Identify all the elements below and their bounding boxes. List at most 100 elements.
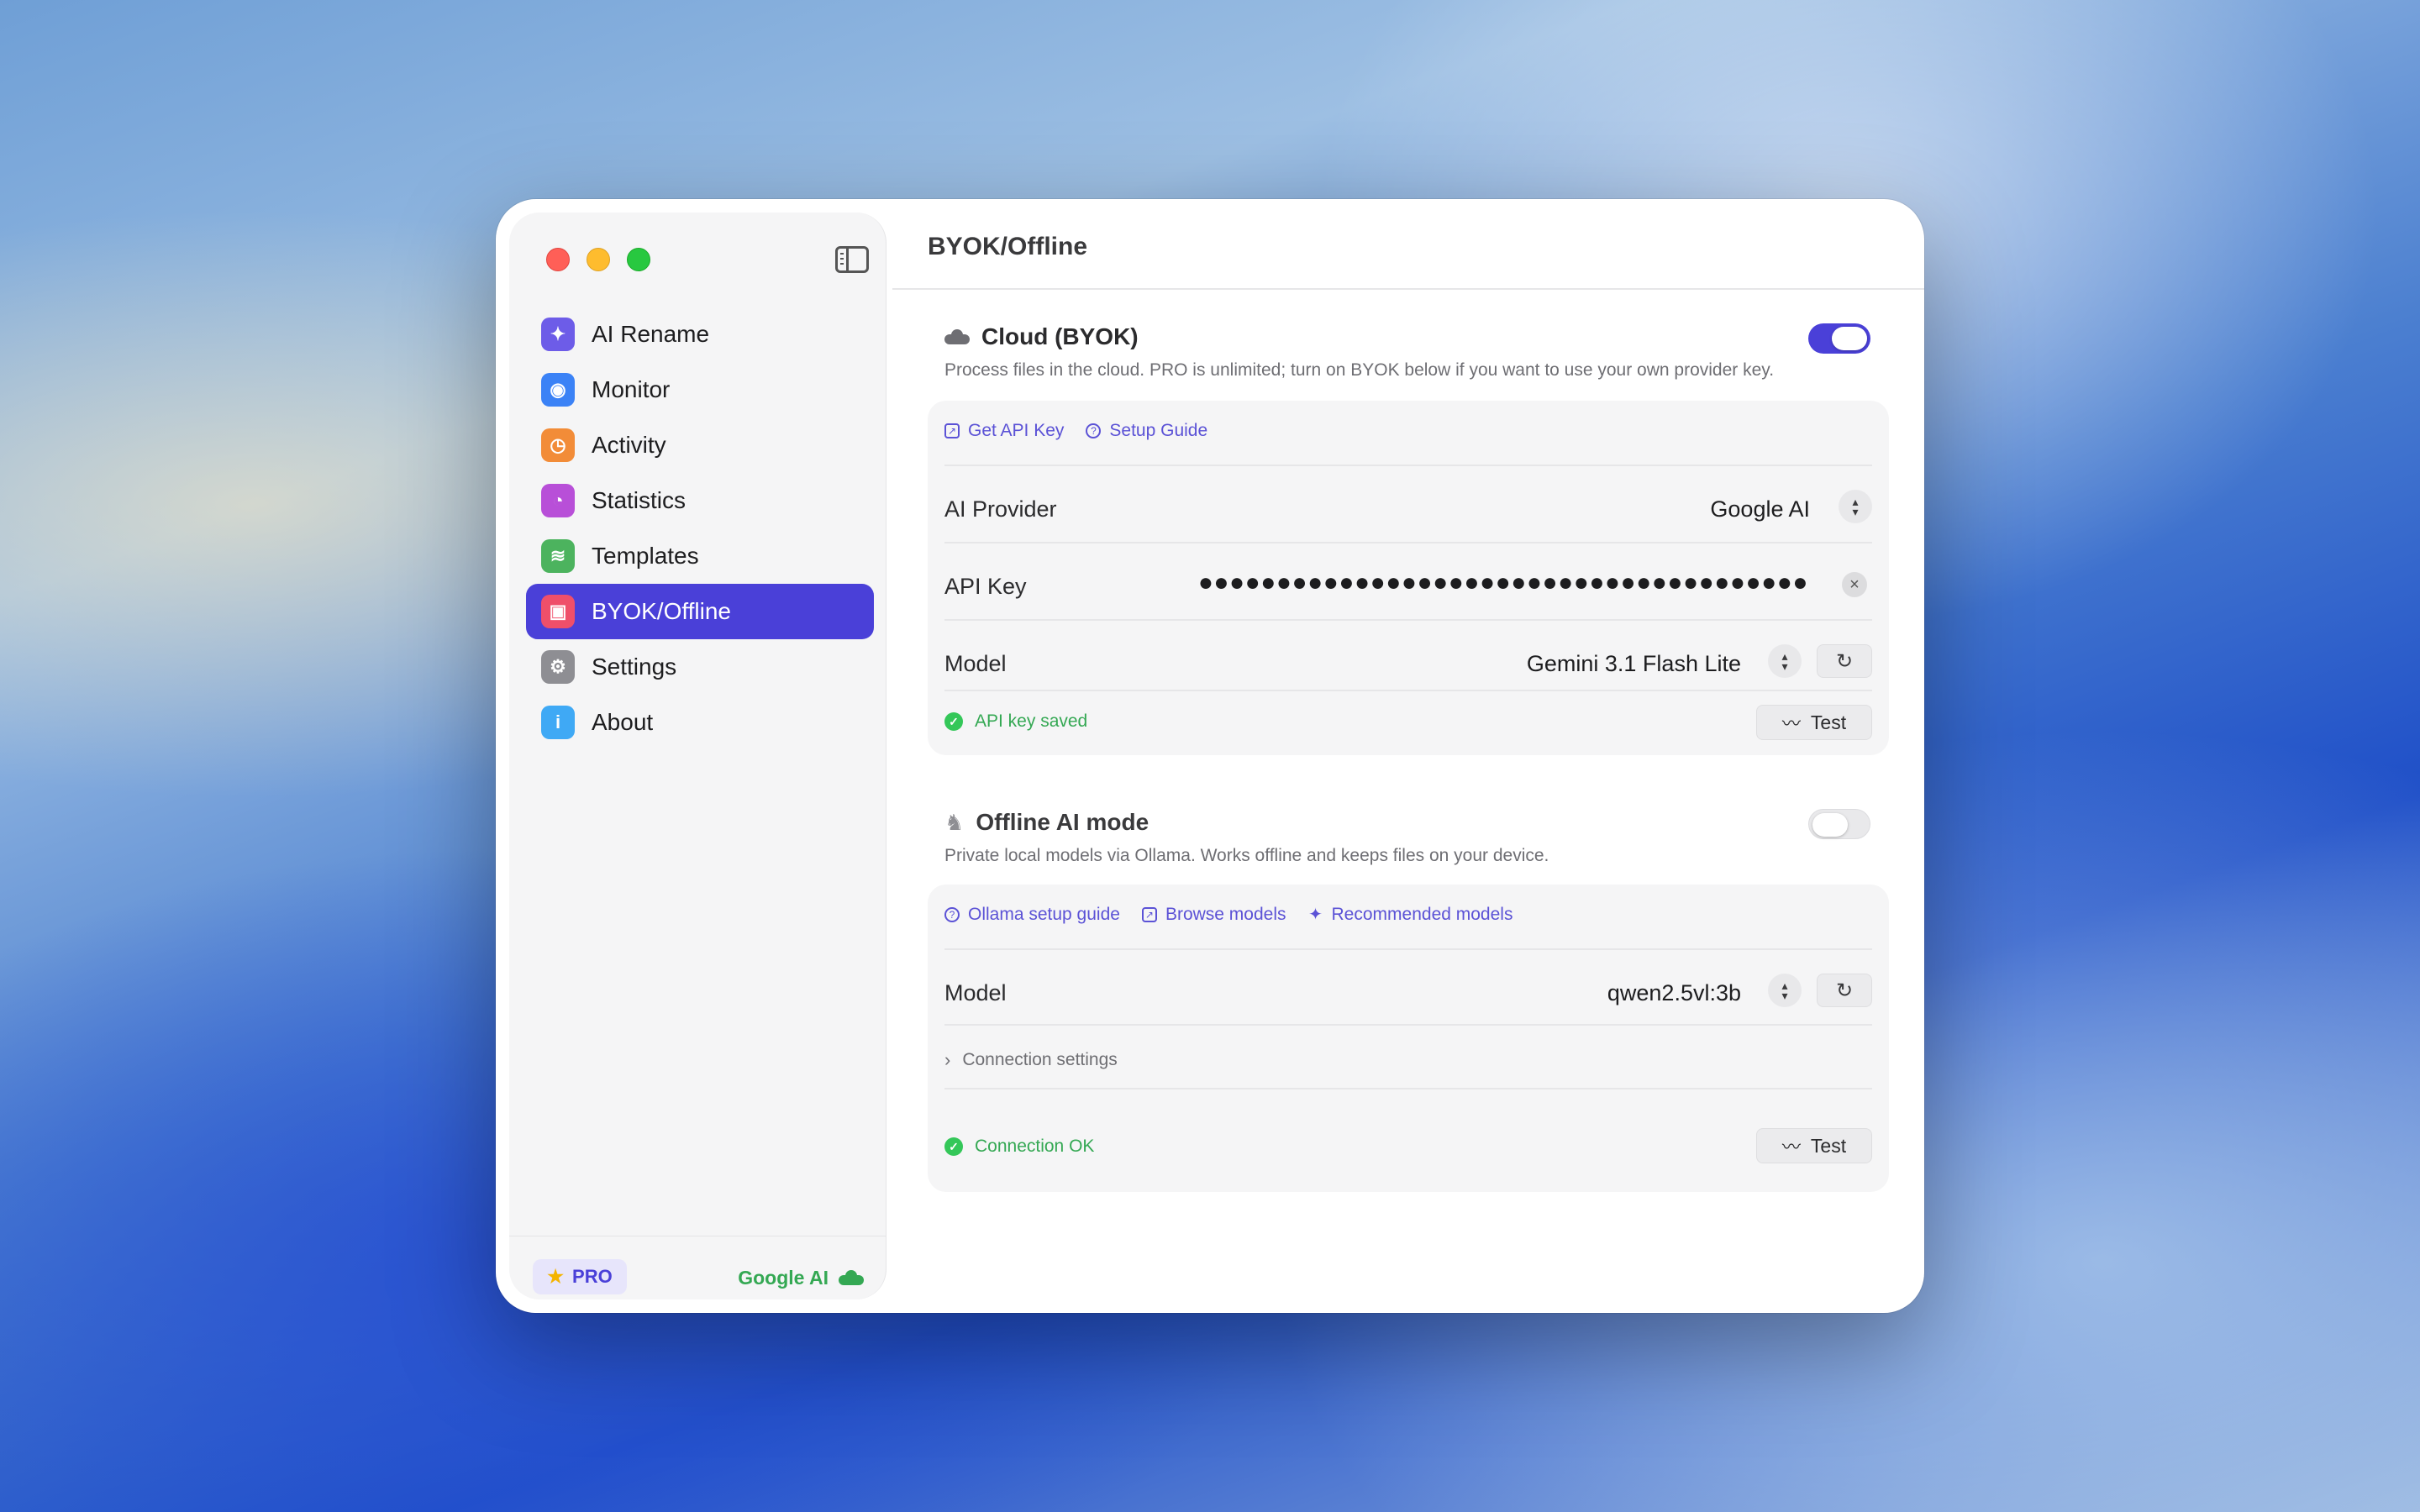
llama-icon: ♞ (944, 809, 965, 835)
sidebar-item-label: Statistics (592, 487, 687, 513)
divider (944, 1024, 1872, 1026)
ai-provider-stepper-icon[interactable]: ▴ ▾ (1839, 490, 1872, 523)
offline-section-title: Offline AI mode (976, 809, 1150, 835)
cloud-model-stepper-icon[interactable]: ▴ ▾ (1768, 644, 1802, 678)
waveform-icon: 〰 (1781, 713, 1801, 734)
cloud-model-label: Model (944, 651, 1007, 676)
pro-badge[interactable]: ★ PRO (533, 1259, 627, 1294)
browse-models-label: Browse models (1165, 905, 1286, 924)
api-key-status-label: API key saved (975, 711, 1088, 731)
sidebar-item-templates[interactable]: ≋ Templates (526, 528, 874, 584)
waveform-icon: 〰 (1781, 1137, 1801, 1158)
star-icon: ★ (547, 1266, 565, 1287)
offline-test-label: Test (1810, 1134, 1847, 1157)
pie-chart-icon: ◔ (541, 484, 575, 517)
refresh-local-models-icon[interactable]: ↻ (1817, 974, 1872, 1007)
offline-section-header: ♞ Offline AI mode (944, 809, 1149, 836)
ai-provider-label: AI Provider (944, 496, 1057, 522)
cloud-test-button[interactable]: 〰 Test (1756, 705, 1872, 740)
layers-icon: ≋ (541, 539, 575, 573)
external-link-icon: ↗ (944, 423, 960, 438)
minimize-window-button[interactable] (587, 248, 610, 271)
sidebar-toggle-icon[interactable] (835, 246, 869, 273)
sidebar-item-activity[interactable]: ◷ Activity (526, 417, 874, 473)
connection-status: ✓ Connection OK (944, 1137, 1094, 1157)
cloud-icon (839, 1270, 864, 1285)
ollama-setup-guide-link[interactable]: ? Ollama setup guide (944, 905, 1120, 925)
provider-status: Google AI (738, 1263, 864, 1293)
refresh-models-icon[interactable]: ↻ (1817, 644, 1872, 678)
cloud-byok-toggle[interactable] (1808, 323, 1870, 354)
check-circle-icon: ✓ (944, 712, 963, 731)
pro-label: PRO (572, 1266, 613, 1287)
browse-models-link[interactable]: ↗ Browse models (1141, 905, 1286, 925)
zoom-window-button[interactable] (627, 248, 650, 271)
divider (944, 690, 1872, 691)
cloud-links: ↗ Get API Key ? Setup Guide (944, 421, 1229, 441)
sidebar-item-statistics[interactable]: ◔ Statistics (526, 473, 874, 528)
cloud-section-description: Process files in the cloud. PRO is unlim… (944, 360, 1775, 380)
sidebar-item-label: AI Rename (592, 321, 710, 347)
offline-section-description: Private local models via Ollama. Works o… (944, 846, 1549, 865)
sidebar: ✦ AI Rename ◉ Monitor ◷ Activity ◔ Stati… (509, 213, 886, 1299)
divider (944, 619, 1872, 621)
help-icon: ? (1086, 423, 1102, 438)
gear-icon: ⚙ (541, 650, 575, 684)
sidebar-item-monitor[interactable]: ◉ Monitor (526, 362, 874, 417)
chevron-right-icon: › (944, 1049, 951, 1070)
sparkle-icon: ✦ (1308, 906, 1323, 924)
sidebar-item-label: Templates (592, 543, 699, 569)
help-icon: ? (944, 907, 960, 922)
clock-icon: ◷ (541, 428, 575, 462)
clear-api-key-icon[interactable]: × (1842, 572, 1867, 597)
offline-test-button[interactable]: 〰 Test (1756, 1128, 1872, 1163)
offline-settings-card: ? Ollama setup guide ↗ Browse models ✦ R… (928, 885, 1889, 1192)
offline-model-label: Model (944, 980, 1007, 1005)
offline-links: ? Ollama setup guide ↗ Browse models ✦ R… (944, 905, 1534, 925)
page-title: BYOK/Offline (928, 233, 1088, 260)
eye-icon: ◉ (541, 373, 575, 407)
sidebar-item-settings[interactable]: ⚙ Settings (526, 639, 874, 695)
chip-icon: ▣ (541, 595, 575, 628)
sidebar-item-label: Activity (592, 432, 666, 458)
close-window-button[interactable] (546, 248, 570, 271)
sidebar-item-label: BYOK/Offline (592, 598, 732, 624)
recommended-models-link[interactable]: ✦ Recommended models (1308, 905, 1513, 925)
api-key-field[interactable]: ●●●●●●●●●●●●●●●●●●●●●●●●●●●●●●●●●●●●●●● (1198, 569, 1808, 597)
get-api-key-link[interactable]: ↗ Get API Key (944, 421, 1064, 441)
sidebar-item-label: About (592, 709, 654, 735)
app-window: ✦ AI Rename ◉ Monitor ◷ Activity ◔ Stati… (496, 199, 1924, 1313)
sidebar-item-ai-rename[interactable]: ✦ AI Rename (526, 307, 874, 362)
api-key-label: API Key (944, 574, 1027, 599)
provider-status-label: Google AI (738, 1266, 829, 1289)
ai-provider-select[interactable]: Google AI (1710, 496, 1810, 522)
cloud-section-header: Cloud (BYOK) (944, 323, 1139, 350)
divider (944, 1088, 1872, 1089)
offline-ai-toggle[interactable] (1808, 809, 1870, 839)
cloud-test-label: Test (1810, 711, 1847, 733)
sidebar-nav: ✦ AI Rename ◉ Monitor ◷ Activity ◔ Stati… (526, 307, 874, 750)
divider (944, 542, 1872, 543)
sidebar-item-byok-offline[interactable]: ▣ BYOK/Offline (526, 584, 874, 639)
sidebar-item-about[interactable]: i About (526, 695, 874, 750)
divider (944, 948, 1872, 950)
offline-model-stepper-icon[interactable]: ▴ ▾ (1768, 974, 1802, 1007)
offline-model-select[interactable]: qwen2.5vl:3b (1607, 980, 1741, 1006)
setup-guide-label: Setup Guide (1109, 421, 1208, 440)
connection-status-label: Connection OK (975, 1137, 1095, 1156)
sidebar-item-label: Monitor (592, 376, 671, 402)
cloud-section-title: Cloud (BYOK) (981, 323, 1139, 349)
sidebar-item-label: Settings (592, 654, 677, 680)
title-divider (892, 288, 1924, 290)
connection-settings-disclosure[interactable]: › Connection settings (944, 1049, 1118, 1071)
recommended-models-label: Recommended models (1331, 905, 1513, 924)
cloud-icon (944, 329, 970, 344)
info-icon: i (541, 706, 575, 739)
connection-settings-label: Connection settings (962, 1050, 1118, 1069)
api-key-status: ✓ API key saved (944, 711, 1087, 732)
setup-guide-link[interactable]: ? Setup Guide (1086, 421, 1207, 441)
external-link-icon: ↗ (1141, 907, 1157, 922)
cloud-model-select[interactable]: Gemini 3.1 Flash Lite (1527, 651, 1741, 677)
get-api-key-label: Get API Key (968, 421, 1065, 440)
ollama-setup-label: Ollama setup guide (968, 905, 1120, 924)
